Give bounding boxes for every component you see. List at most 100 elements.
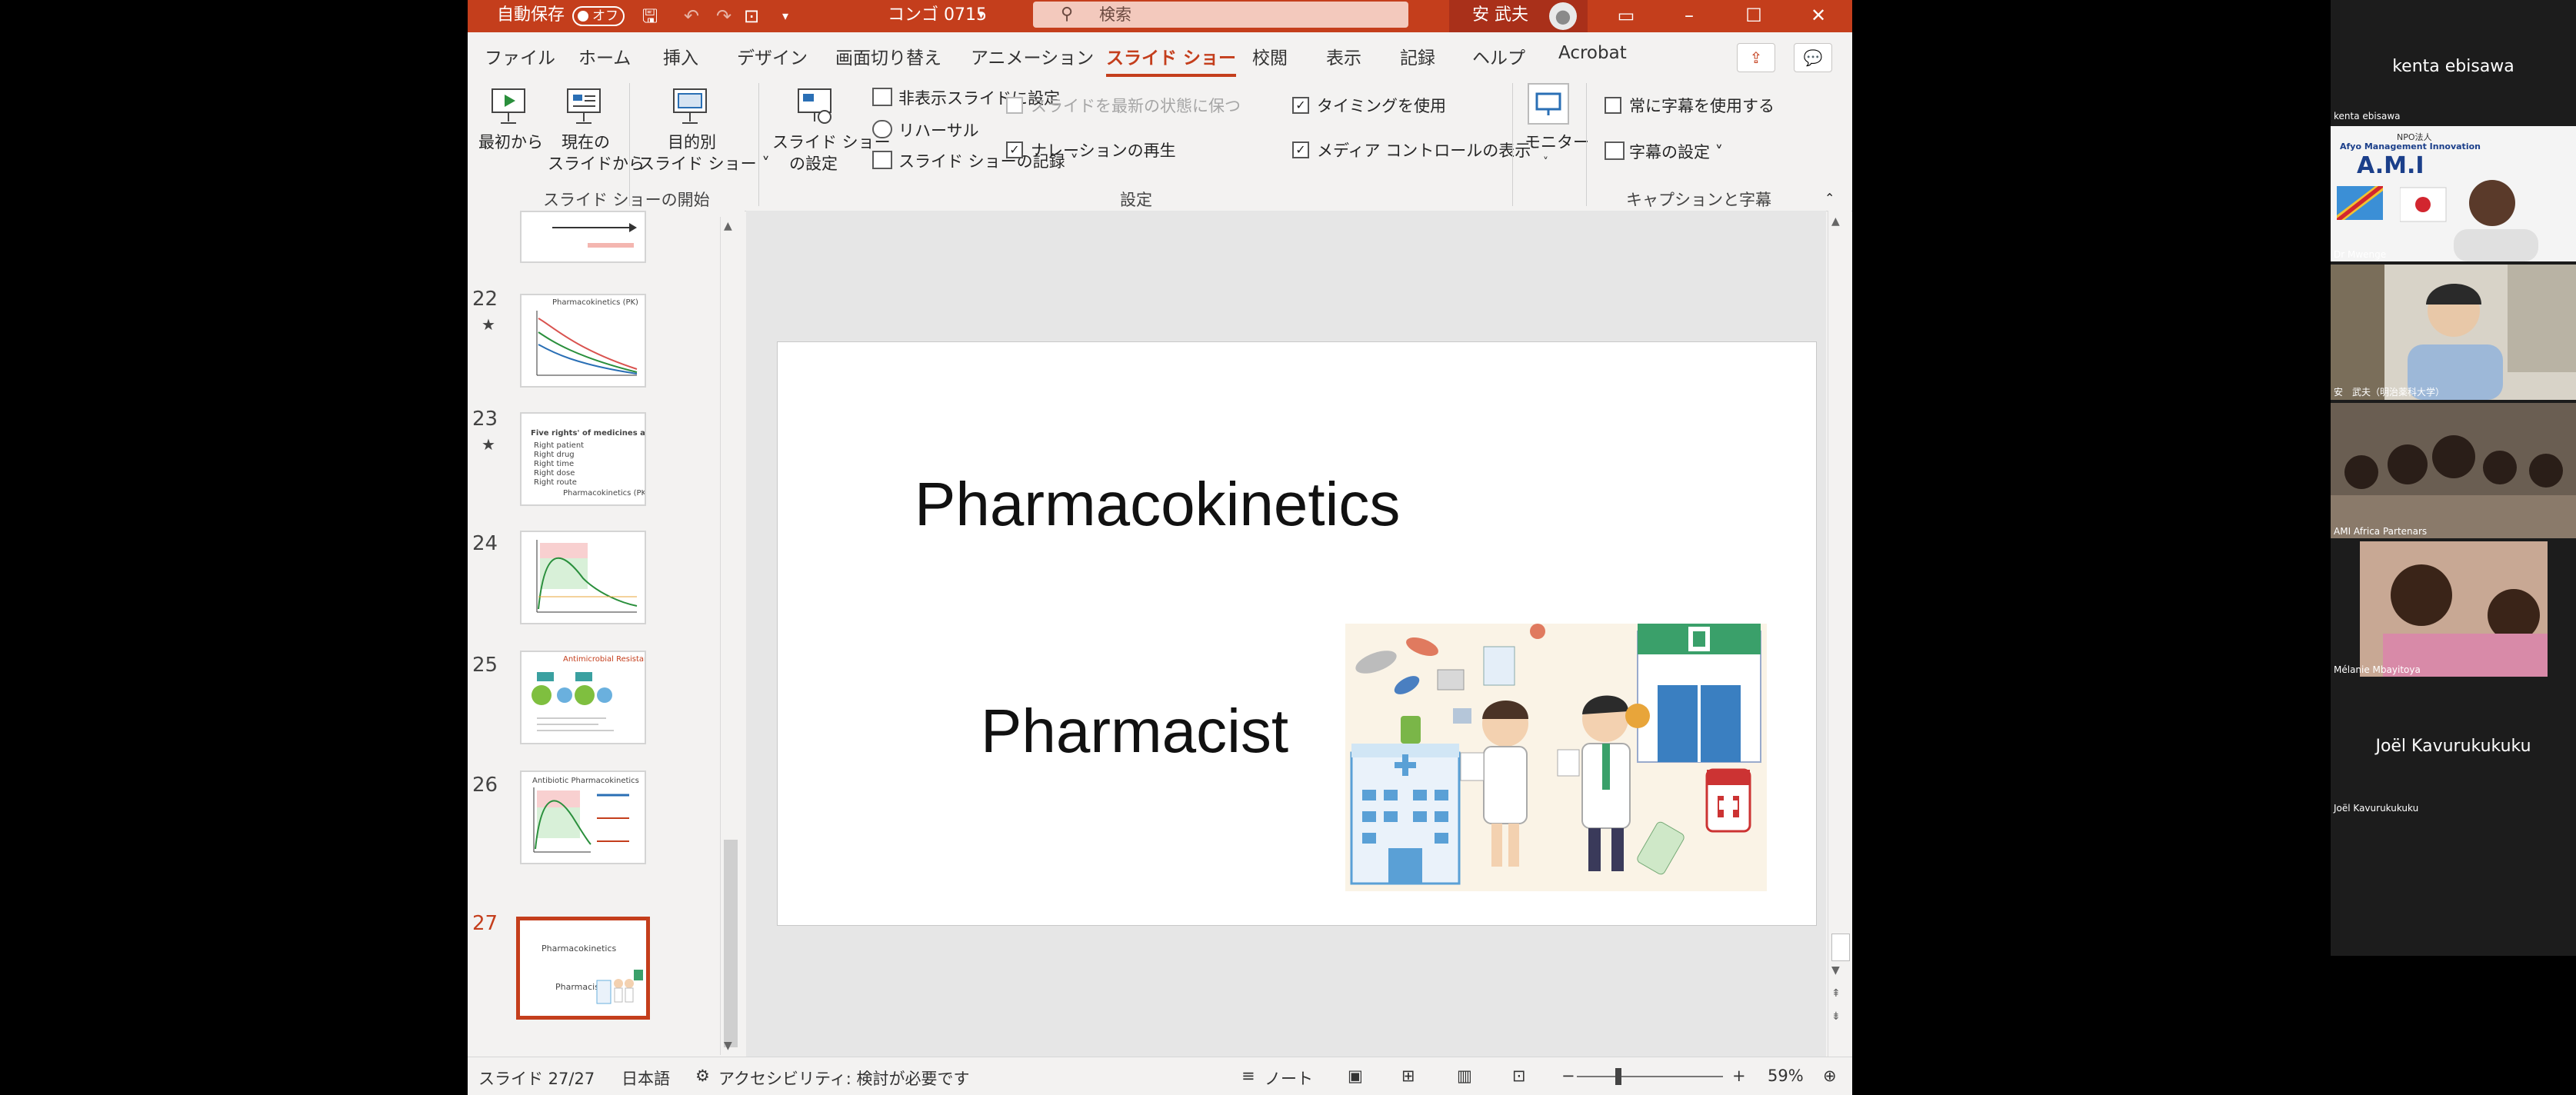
current-slide[interactable]: Pharmacokinetics Pharmacist	[777, 341, 1817, 926]
thumbnail-title: Antimicrobial Resistance	[563, 655, 645, 664]
zoom-in-icon[interactable]: +	[1732, 1067, 1746, 1085]
subtitle-settings-label: 字幕の設定 ˅	[1629, 143, 1724, 161]
tab-review[interactable]: 校閲	[1252, 43, 1288, 69]
slide-thumbnail-22[interactable]: Pharmacokinetics (PK)	[520, 294, 646, 388]
thumbnail-illustration	[596, 970, 643, 1004]
checkmark-icon: ✓	[1292, 141, 1309, 158]
participant-name: AMI Africa Partenars	[2334, 526, 2428, 537]
scroll-up-icon[interactable]: ▲	[1831, 215, 1840, 228]
redo-icon[interactable]: ↷	[712, 5, 735, 28]
start-group-label: スライド ショーの開始	[543, 191, 710, 209]
slide-thumbnail-26[interactable]: Antibiotic Pharmacokinetics	[520, 770, 646, 864]
slide-number: 22	[472, 288, 498, 311]
slide-title[interactable]: Pharmacokinetics	[915, 469, 1400, 540]
checkmark-icon: ✓	[1292, 97, 1309, 114]
close-icon[interactable]: ✕	[1788, 0, 1849, 32]
tab-home[interactable]: ホーム	[578, 43, 631, 69]
tab-record[interactable]: 記録	[1400, 43, 1435, 69]
notes-button[interactable]: ノート	[1265, 1067, 1313, 1090]
from-current-label-2: スライドから	[548, 155, 645, 173]
tab-file[interactable]: ファイル	[485, 43, 555, 69]
participant-name: kenta ebisawa	[2334, 111, 2401, 121]
thumbnail-graph	[533, 787, 629, 853]
thumbnail-footer: Pharmacokinetics (PK)	[563, 489, 646, 498]
autosave-toggle[interactable]: オフ	[572, 6, 625, 26]
maximize-icon[interactable]: ☐	[1723, 0, 1785, 32]
slideshow-view-icon[interactable]: ⊡	[1512, 1067, 1526, 1085]
slide-thumbnail-25[interactable]: Antimicrobial Resistance	[520, 651, 646, 744]
comments-icon[interactable]: 💬	[1794, 43, 1832, 72]
zoom-slider[interactable]	[1577, 1076, 1723, 1077]
slideshow-current-icon	[567, 88, 601, 124]
thumbnail-line: Right drug	[534, 451, 575, 459]
narration-label: ナレーションの再生	[1031, 141, 1176, 160]
participant-video-icon	[2331, 265, 2576, 400]
next-slide-icon[interactable]: ⇟	[1831, 1010, 1841, 1023]
thumbnail-scrollbar[interactable]: ▲ ▼	[720, 217, 741, 1055]
scroll-up-icon[interactable]: ▲	[724, 220, 732, 232]
undo-icon[interactable]: ↶	[680, 5, 703, 28]
share-icon[interactable]: ⇪	[1737, 43, 1775, 72]
slide-thumbnail-21[interactable]	[520, 211, 646, 263]
language-indicator[interactable]: 日本語	[622, 1067, 670, 1090]
powerpoint-window: 自動保存 オフ 🖫 ↶ ↷ ⊡ ▾ コンゴ 0715 ▾ ⚲ 検索 安 武夫 ●…	[468, 0, 1852, 1095]
participant-tile-ami-africa[interactable]: AMI Africa Partenars	[2331, 403, 2576, 538]
previous-slide-icon[interactable]: ⇞	[1831, 987, 1841, 1000]
participant-video-icon	[2360, 541, 2548, 677]
tab-view[interactable]: 表示	[1326, 43, 1361, 69]
ribbon-slide-show: 最初から 現在の スライドから 目的別 スライド ショー ˅ スライド ショーの…	[468, 77, 1852, 211]
tab-help[interactable]: ヘルプ	[1472, 43, 1525, 69]
editor-scrollbar[interactable]: ▲ ▼ ⇞ ⇟	[1828, 211, 1851, 1057]
accessibility-status[interactable]: アクセシビリティ: 検討が必要です	[718, 1067, 969, 1090]
scrollbar-thumb[interactable]	[1831, 934, 1850, 961]
participant-tile-kenta[interactable]: kenta ebisawa kenta ebisawa	[2331, 0, 2576, 123]
minimize-icon[interactable]: –	[1658, 0, 1720, 32]
fit-to-window-icon[interactable]: ⊕	[1823, 1067, 1837, 1085]
account-area[interactable]: 安 武夫 ●	[1449, 0, 1588, 32]
scroll-down-icon[interactable]: ▼	[1831, 964, 1840, 977]
collapse-ribbon-icon[interactable]: ⌃	[1825, 191, 1835, 205]
scrollbar-thumb[interactable]	[724, 840, 738, 1047]
zoom-slider-handle[interactable]	[1615, 1068, 1621, 1085]
keep-updated-label: スライドを最新の状態に保つ	[1031, 97, 1241, 115]
participant-tile-joel[interactable]: Joël Kavurukukuku Joël Kavurukukuku	[2331, 680, 2576, 815]
slide-thumbnail-23[interactable]: Five rights' of medicines administration…	[520, 412, 646, 506]
participant-tile-mwenge[interactable]: NPO法人 Afyo Management Innovation A.M.I D…	[2331, 126, 2576, 261]
notes-icon: ≡	[1241, 1067, 1255, 1085]
tab-animations[interactable]: アニメーション	[971, 43, 1094, 69]
present-from-start-icon[interactable]: ⊡	[740, 5, 763, 28]
search-box[interactable]: ⚲ 検索	[1033, 2, 1408, 28]
tab-insert[interactable]: 挿入	[663, 43, 698, 69]
zoom-level[interactable]: 59%	[1768, 1067, 1804, 1085]
slide-thumbnail-27-selected[interactable]: Pharmacokinetics Pharmacist	[516, 917, 650, 1020]
slide-number: 26	[472, 774, 498, 797]
autosave-state: オフ	[592, 8, 618, 24]
save-icon[interactable]: 🖫	[638, 5, 661, 28]
ribbon-separator	[1586, 83, 1587, 206]
participant-tile-yasu[interactable]: 安 武夫（明治薬科大学）	[2331, 265, 2576, 400]
pharmacist-illustration[interactable]	[1345, 624, 1767, 891]
slide-thumbnail-24[interactable]	[520, 531, 646, 624]
tab-design[interactable]: デザイン	[737, 43, 808, 69]
reading-view-icon[interactable]: ▥	[1457, 1067, 1472, 1085]
ribbon-separator	[1512, 83, 1513, 206]
meeting-gallery: kenta ebisawa kenta ebisawa NPO法人 Afyo M…	[2331, 0, 2576, 956]
customize-qat-icon[interactable]: ▾	[774, 5, 797, 28]
slide-sorter-icon[interactable]: ⊞	[1401, 1067, 1415, 1085]
slide-number: 23	[472, 408, 498, 431]
thumbnail-title: Pharmacokinetics (PK)	[552, 298, 638, 307]
slide-subtitle[interactable]: Pharmacist	[981, 696, 1288, 767]
slideshow-start-icon	[492, 88, 525, 124]
normal-view-icon[interactable]: ▣	[1348, 1067, 1363, 1085]
tab-acrobat[interactable]: Acrobat	[1558, 43, 1627, 63]
tab-transitions[interactable]: 画面切り替え	[835, 43, 941, 69]
scroll-down-icon[interactable]: ▼	[724, 1040, 732, 1052]
zoom-out-icon[interactable]: −	[1561, 1067, 1575, 1085]
record-icon	[872, 151, 892, 169]
participant-tile-melanie[interactable]: Mélanie Mbayitoya	[2331, 541, 2576, 677]
media-controls-label: メディア コントロールの表示	[1317, 141, 1531, 160]
file-name[interactable]: コンゴ 0715	[888, 0, 987, 32]
participant-video-icon	[2400, 180, 2538, 261]
tab-slide-show[interactable]: スライド ショー	[1106, 43, 1237, 77]
ribbon-display-icon[interactable]: ▭	[1595, 0, 1657, 32]
